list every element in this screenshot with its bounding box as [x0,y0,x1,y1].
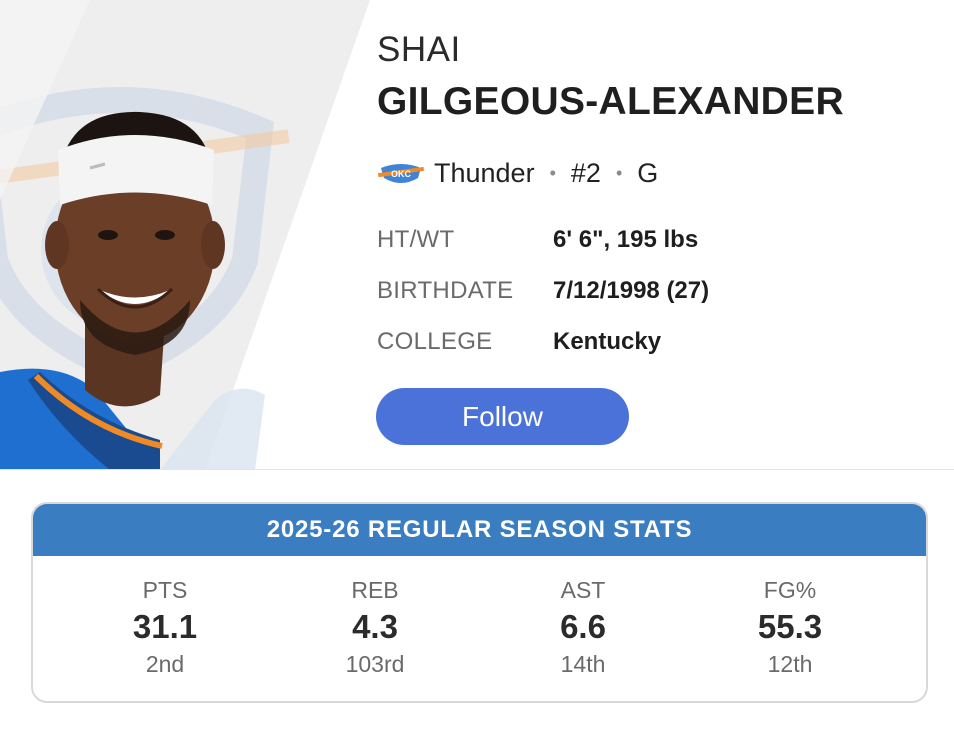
stat-label: REB [351,577,399,603]
stat-value: 55.3 [757,608,823,645]
info-label: BIRTHDATE [377,277,514,304]
season-stats-card: 2025-26 REGULAR SEASON STATS PTS 31.1 2n… [31,502,928,703]
divider [0,469,954,470]
stat-label: FG% [763,577,817,603]
stats-header: 2025-26 REGULAR SEASON STATS [33,504,926,556]
separator-dot: • [615,162,623,183]
stat-value: 4.3 [352,608,398,645]
info-row-htwt: HT/WT 6' 6", 195 lbs [377,224,698,256]
thunder-logo-icon[interactable]: OKC [378,158,424,188]
team-line: OKC Thunder • #2 • G [378,153,658,193]
info-value: Kentucky [553,328,662,355]
stat-rank: 12th [767,651,813,677]
team-name[interactable]: Thunder [434,158,535,189]
info-row-birthdate: BIRTHDATE 7/12/1998 (27) [377,275,709,307]
stat-pts[interactable]: PTS 31.1 2nd [65,574,265,680]
info-label: COLLEGE [377,328,493,355]
jersey-number: #2 [570,157,601,188]
follow-button[interactable]: Follow [376,388,629,445]
stat-rank: 103rd [345,651,405,677]
info-row-college: COLLEGE Kentucky [377,326,661,358]
stat-rank: 2nd [145,651,185,677]
stat-label: AST [560,577,606,603]
player-position: G [637,157,659,188]
stat-ast[interactable]: AST 6.6 14th [483,574,683,680]
player-last-name: GILGEOUS-ALEXANDER [377,80,844,123]
player-first-name: SHAI [377,30,461,69]
stat-fg-pct[interactable]: FG% 55.3 12th [690,574,890,680]
stat-reb[interactable]: REB 4.3 103rd [275,574,475,680]
svg-text:OKC: OKC [391,169,412,179]
player-photo-panel [0,0,370,470]
stat-value: 31.1 [132,608,198,645]
stat-label: PTS [142,577,188,603]
info-label: HT/WT [377,226,455,253]
player-headshot [0,0,370,470]
info-value: 6' 6", 195 lbs [553,226,699,253]
stat-value: 6.6 [560,608,606,645]
info-value: 7/12/1998 (27) [553,277,710,304]
player-header: SHAI GILGEOUS-ALEXANDER OKC Thunder • #2… [0,0,954,470]
stat-rank: 14th [560,651,606,677]
separator-dot: • [549,162,556,183]
